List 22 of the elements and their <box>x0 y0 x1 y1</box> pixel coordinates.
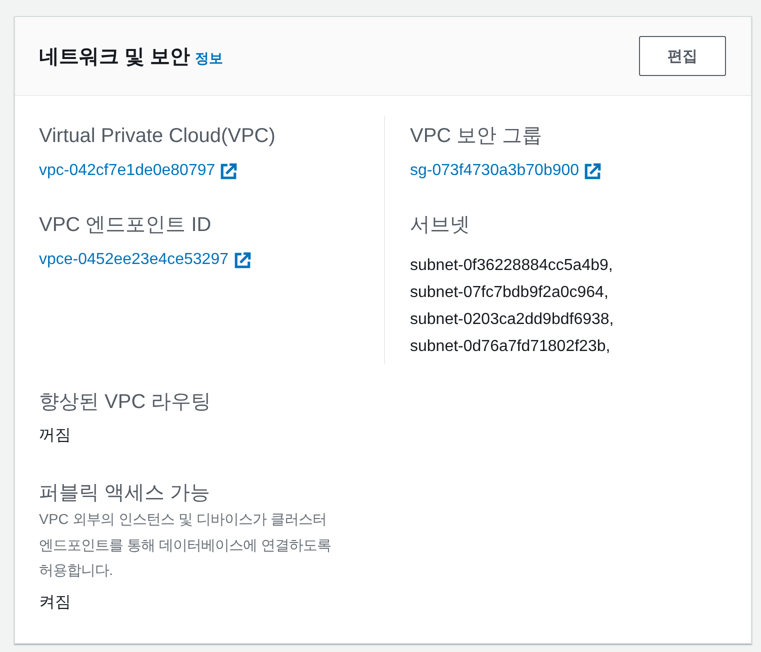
field-label: VPC 보안 그룹 <box>410 124 544 149</box>
edit-button[interactable]: 편집 <box>639 36 726 76</box>
subnet-id: subnet-0203ca2dd9bdf6938, <box>410 310 615 330</box>
field-label: VPC 엔드포인트 ID <box>39 213 212 238</box>
resource-link[interactable]: sg-073f4730a3b70b900 <box>410 159 602 183</box>
external-link-icon <box>234 252 250 268</box>
field-value: 켜짐 <box>39 592 72 612</box>
subnet-id: subnet-0d76a7fd71802f23b, <box>410 337 612 357</box>
section-title: 네트워크 및 보안 <box>39 44 190 70</box>
resource-link[interactable]: vpce-0452ee23e4ce53297 <box>39 248 250 272</box>
resource-link[interactable]: vpc-042cf7e1de0e80797 <box>39 159 238 183</box>
field-label: 서브넷 <box>410 213 471 238</box>
subnet-id: subnet-07fc7bdb9f2a0c964, <box>410 283 610 303</box>
subnet-id: subnet-0f36228884cc5a4b9, <box>410 256 614 276</box>
external-link-icon <box>220 162 238 180</box>
info-link[interactable]: 정보 <box>195 50 224 68</box>
field-label: 퍼블릭 액세스 가능 <box>39 481 212 506</box>
field-description: VPC 외부의 인스턴스 및 디바이스가 클러스터 엔드포인트를 통해 데이터베이스에 연결하도록 허용합니다. <box>39 511 332 581</box>
field-label: 향상된 VPC 라우팅 <box>39 390 212 415</box>
field-value: 꺼짐 <box>39 426 72 446</box>
external-link-icon <box>584 162 602 180</box>
field-label: Virtual Private Cloud(VPC) <box>39 124 276 149</box>
